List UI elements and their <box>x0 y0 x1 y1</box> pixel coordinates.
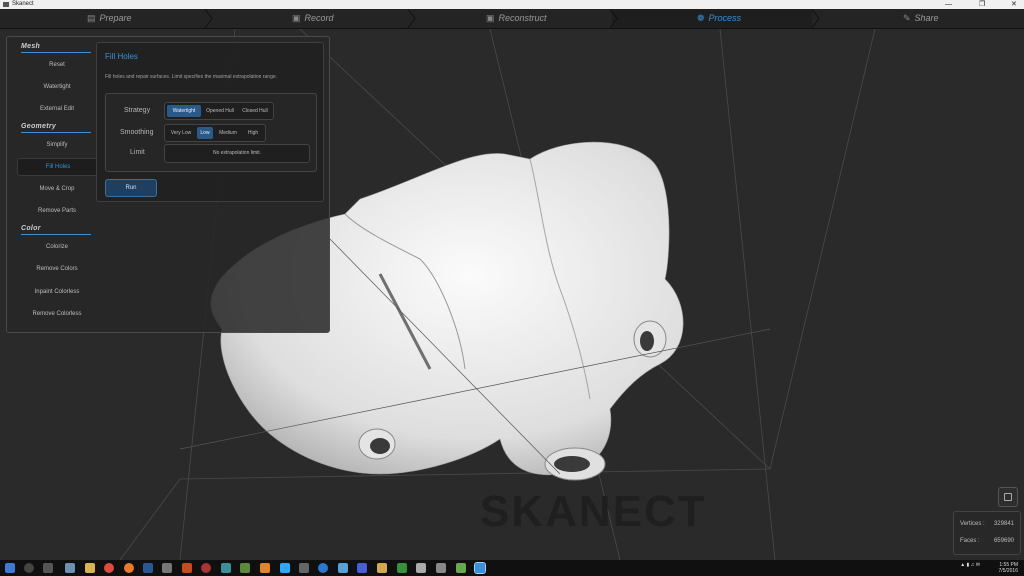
taskbar-app-icon[interactable] <box>201 563 211 573</box>
sidebar-item-remove-colors[interactable]: Remove Colors <box>17 261 97 277</box>
vertices-label: Vertices : <box>960 521 985 527</box>
strategy-label: Strategy <box>124 107 151 114</box>
app-icon <box>3 2 9 7</box>
smoothing-option-high[interactable]: High <box>243 127 263 139</box>
fill-holes-panel: Fill Holes Fill holes and repair surface… <box>96 42 324 202</box>
taskbar-app-icon[interactable] <box>221 563 231 573</box>
sidebar-item-fill-holes[interactable]: Fill Holes <box>17 158 99 176</box>
taskbar-app-icon[interactable] <box>299 563 309 573</box>
smoothing-option-low[interactable]: Low <box>197 127 213 139</box>
faces-label: Faces : <box>960 538 980 544</box>
clock-date: 7/5/2016 <box>998 568 1018 574</box>
taskbar-app-icon[interactable] <box>240 563 250 573</box>
taskbar-app-icon[interactable] <box>436 563 446 573</box>
skanect-taskbar-icon[interactable] <box>474 562 486 574</box>
taskbar-app-icon[interactable] <box>318 563 328 573</box>
panel-description: Fill holes and repair surfaces. Limit sp… <box>105 74 278 80</box>
task-view-icon[interactable] <box>43 563 53 573</box>
taskbar-app-icon[interactable] <box>397 563 407 573</box>
workflow-nav: ▤ Prepare ▣ Record ▣ Reconstruct ❁ Process ✎… <box>0 9 1024 29</box>
taskbar-app-icon[interactable] <box>162 563 172 573</box>
taskbar: ▲ ▮ ♫ ✉ 1:55 PM 7/5/2016 <box>0 560 1024 576</box>
sidebar-item-reset[interactable]: Reset <box>17 57 97 73</box>
taskbar-app-icon[interactable] <box>377 563 387 573</box>
mesh-stats: Vertices : 329841 Faces : 659690 <box>953 511 1021 555</box>
record-icon: ▣ <box>292 13 301 23</box>
step-record[interactable]: ▣ Record <box>292 9 334 28</box>
section-color: Color <box>21 225 41 232</box>
taskbar-app-icon[interactable] <box>357 563 367 573</box>
prepare-icon: ▤ <box>87 13 96 23</box>
sidebar-item-remove-parts[interactable]: Remove Parts <box>17 203 97 219</box>
section-divider <box>21 132 91 133</box>
sidebar-item-simplify[interactable]: Simplify <box>17 137 97 153</box>
taskbar-app-icon[interactable] <box>182 563 192 573</box>
taskbar-app-icon[interactable] <box>65 563 75 573</box>
reconstruct-icon: ▣ <box>486 13 495 23</box>
chrome-icon[interactable] <box>104 563 114 573</box>
strategy-selector: Watertight Opened Hull Closed Hull <box>164 102 274 120</box>
start-icon[interactable] <box>5 563 15 573</box>
smoothing-option-very-low[interactable]: Very Low <box>167 127 195 139</box>
section-geometry: Geometry <box>21 123 57 130</box>
photoshop-icon[interactable] <box>280 563 290 573</box>
taskbar-app-icon[interactable] <box>416 563 426 573</box>
word-icon[interactable] <box>143 563 153 573</box>
sidebar-item-external-edit[interactable]: External Edit <box>17 101 97 117</box>
sidebar-item-remove-colorless[interactable]: Remove Colorless <box>17 306 97 322</box>
taskbar-app-icon[interactable] <box>338 563 348 573</box>
camera-reset-button[interactable] <box>998 487 1018 507</box>
limit-input[interactable]: No extrapolation limit. <box>164 144 310 163</box>
step-share[interactable]: ✎ Share <box>903 9 939 28</box>
minimize-icon[interactable]: — <box>945 0 952 9</box>
file-explorer-icon[interactable] <box>85 563 95 573</box>
smoothing-selector: Very Low Low Medium High <box>164 124 266 142</box>
strategy-option-closed-hull[interactable]: Closed Hull <box>239 105 271 117</box>
restore-icon[interactable]: ❐ <box>979 0 985 9</box>
run-button[interactable]: Run <box>105 179 157 197</box>
system-tray-icons: ▲ ▮ ♫ ✉ <box>960 562 980 568</box>
section-divider <box>21 234 91 235</box>
smoothing-option-medium[interactable]: Medium <box>215 127 241 139</box>
panel-title: Fill Holes <box>105 52 138 61</box>
taskbar-app-icon[interactable] <box>456 563 466 573</box>
limit-label: Limit <box>130 149 145 156</box>
firefox-icon[interactable] <box>124 563 134 573</box>
step-process[interactable]: ❁ Process <box>697 9 741 28</box>
search-icon[interactable] <box>24 563 34 573</box>
section-divider <box>21 52 91 53</box>
process-icon: ❁ <box>697 13 705 23</box>
sidebar-item-watertight[interactable]: Watertight <box>17 79 97 95</box>
sidebar-item-move-crop[interactable]: Move & Crop <box>17 181 97 197</box>
taskbar-app-icon[interactable] <box>260 563 270 573</box>
window-titlebar: Skanect — ❐ ✕ <box>0 0 1024 9</box>
close-icon[interactable]: ✕ <box>1011 0 1017 9</box>
share-icon: ✎ <box>903 13 911 23</box>
step-prepare[interactable]: ▤ Prepare <box>87 9 132 28</box>
camera-icon <box>1004 493 1012 501</box>
clock: 1:55 PM 7/5/2016 <box>988 562 1018 574</box>
options-form: Strategy Watertight Opened Hull Closed H… <box>105 93 317 172</box>
faces-value: 659690 <box>993 538 1014 544</box>
sidebar-item-colorize[interactable]: Colorize <box>17 239 97 255</box>
smoothing-label: Smoothing <box>120 129 154 136</box>
window-title: Skanect <box>12 1 34 7</box>
strategy-option-opened-hull[interactable]: Opened Hull <box>202 105 238 117</box>
section-mesh: Mesh <box>21 43 41 50</box>
sidebar-item-inpaint-colorless[interactable]: Inpaint Colorless <box>17 284 97 300</box>
strategy-option-watertight[interactable]: Watertight <box>167 105 201 117</box>
step-reconstruct[interactable]: ▣ Reconstruct <box>486 9 547 28</box>
vertices-value: 329841 <box>993 521 1014 527</box>
